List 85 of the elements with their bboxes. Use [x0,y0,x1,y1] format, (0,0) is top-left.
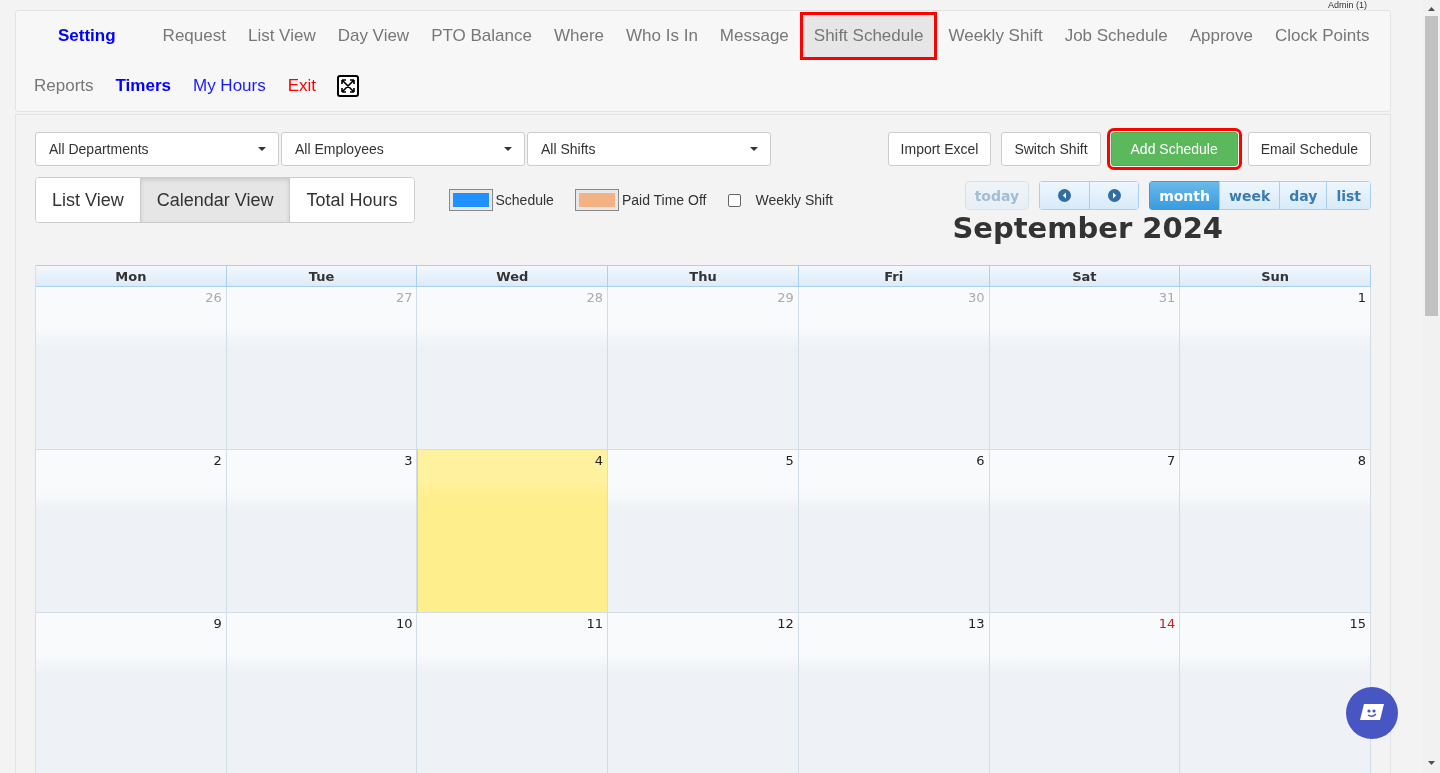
weekday-header: Sun [1180,265,1371,287]
filter-select[interactable]: All Departments [35,132,279,166]
day-cell[interactable]: 1 [1180,287,1371,450]
weekday-header: Mon [36,265,227,287]
day-number: 11 [586,616,604,631]
day-number: 10 [395,616,413,631]
nav-link[interactable]: Approve [1178,14,1264,58]
day-cell[interactable]: 4 [417,450,609,613]
day-number: 5 [785,453,794,468]
nav-link[interactable]: Timers [104,64,182,108]
day-number: 13 [968,616,985,631]
nav-link[interactable]: Day View [326,14,421,58]
nav-link[interactable]: List View [236,14,327,58]
admin-label: Admin (1) [1328,0,1367,10]
view-tab[interactable]: Calendar View [140,178,291,222]
nav-link[interactable]: My Hours [182,64,277,108]
day-number: 27 [395,290,413,305]
caret-icon [258,147,266,151]
day-cell[interactable]: 8 [1180,450,1371,613]
day-number: 31 [1158,290,1176,305]
weekday-header: Wed [417,265,609,287]
day-number: 1 [1357,290,1366,305]
nav-link[interactable]: Weekly Shift [937,14,1054,58]
day-cell[interactable]: 2 [36,450,227,613]
day-number: 4 [594,453,604,468]
day-cell[interactable]: 3 [226,450,418,613]
caret-icon [750,147,758,151]
weekday-header: Fri [798,265,990,287]
weekday-header: Tue [226,265,418,287]
nav-link[interactable]: Who Is In [615,14,709,58]
weekly-checkbox[interactable] [728,193,742,207]
day-cell[interactable]: 7 [989,450,1181,613]
nav-link[interactable]: Shift Schedule [799,12,938,60]
view-button[interactable]: list [1326,181,1371,210]
day-cell[interactable]: 13 [798,613,990,773]
chevron-left-icon [1058,189,1072,202]
checkbox-label: Weekly Shift [755,192,833,208]
action-button[interactable]: Import Excel [887,132,992,166]
view-button[interactable]: week [1218,181,1280,210]
next-button[interactable] [1089,181,1140,210]
fullscreen-icon[interactable] [337,75,360,97]
day-number: 15 [1349,616,1366,631]
nav-link[interactable]: Reports [23,64,105,108]
day-cell[interactable]: 11 [417,613,609,773]
day-number: 14 [1158,616,1176,631]
day-cell[interactable]: 12 [608,613,799,773]
action-button[interactable]: Email Schedule [1247,132,1371,166]
nav-link[interactable]: Request [151,14,237,58]
day-cell[interactable]: 15 [1180,613,1371,773]
day-number: 3 [404,453,413,468]
legend-label: Paid Time Off [621,192,707,208]
day-number: 8 [1357,453,1366,468]
nav-link[interactable]: Where [542,14,616,58]
view-tab[interactable]: List View [36,178,141,222]
day-number: 9 [213,616,222,631]
view-button[interactable]: day [1279,181,1327,210]
day-cell[interactable]: 14 [989,613,1181,773]
action-button[interactable]: Switch Shift [1001,132,1101,166]
day-cell[interactable]: 9 [36,613,227,773]
day-number: 6 [976,453,985,468]
nav-link[interactable]: Exit [276,64,328,108]
nav-link[interactable]: Clock Points [1264,14,1381,58]
prev-button[interactable] [1039,181,1090,210]
day-number: 29 [777,290,794,305]
chevron-right-icon [1107,189,1121,202]
nav-link[interactable]: Setting [47,14,127,58]
nav-link[interactable]: Job Schedule [1053,14,1179,58]
weekday-header: Thu [608,265,799,287]
calendar-title: September 2024 [952,210,1223,246]
day-number: 2 [213,453,222,468]
day-cell[interactable]: 5 [608,450,799,613]
weekday-header: Sat [989,265,1181,287]
day-number: 7 [1167,453,1176,468]
day-cell[interactable]: 10 [226,613,418,773]
nav-link[interactable]: PTO Balance [420,14,543,58]
day-number: 28 [586,290,604,305]
day-number: 30 [968,290,985,305]
filter-select[interactable]: All Employees [281,132,525,166]
filter-select[interactable]: All Shifts [527,132,771,166]
legend-label: Schedule [495,192,554,208]
day-number: 12 [777,616,794,631]
nav-link[interactable]: Message [708,14,800,58]
day-cell[interactable]: 6 [798,450,990,613]
day-number: 26 [205,290,222,305]
caret-icon [504,147,512,151]
